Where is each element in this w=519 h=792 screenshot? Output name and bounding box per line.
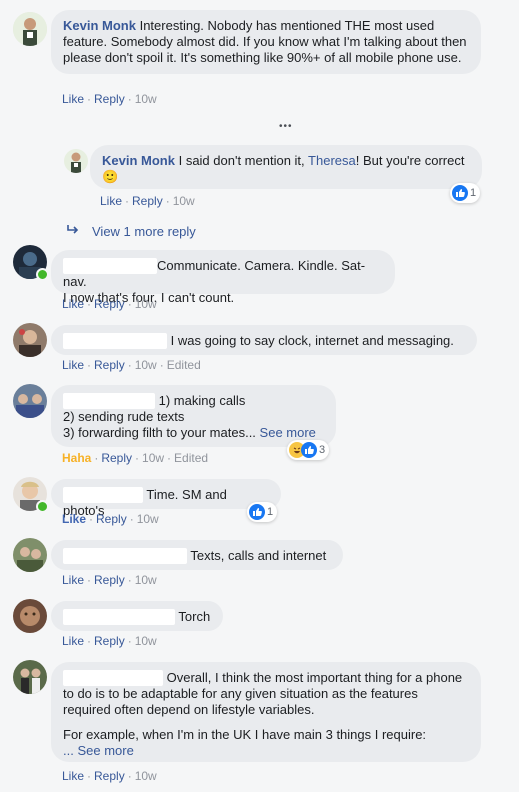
avatar[interactable] xyxy=(13,599,47,633)
reaction-count[interactable]: 3 xyxy=(287,440,330,460)
reply-link[interactable]: Reply xyxy=(94,634,125,648)
timestamp[interactable]: 10w xyxy=(142,451,164,465)
comment-text: For example, when I'm in the UK I have m… xyxy=(63,727,427,742)
like-reaction-icon xyxy=(452,185,468,201)
timestamp[interactable]: 10w xyxy=(135,92,157,106)
online-status-icon xyxy=(36,268,49,281)
comment-text: Torch xyxy=(178,609,211,624)
comment-text: 1) making calls xyxy=(158,393,246,408)
comment-actions: Like · Reply · 10w xyxy=(62,512,159,526)
redacted-name xyxy=(63,487,143,503)
reaction-count[interactable]: 1 xyxy=(450,183,481,203)
reaction-number: 1 xyxy=(267,506,274,518)
comment-actions: Like · Reply · 10w xyxy=(100,194,195,208)
comment-actions: Like · Reply · 10w xyxy=(62,573,157,587)
like-link[interactable]: Like xyxy=(100,194,122,208)
comment-actions: Like · Reply · 10w xyxy=(62,769,157,783)
redacted-name xyxy=(63,670,163,686)
comment-bubble: Torch xyxy=(51,601,223,631)
see-more-link[interactable]: ... See more xyxy=(63,743,134,758)
edited-label[interactable]: Edited xyxy=(174,451,208,465)
redacted-name xyxy=(63,548,187,564)
avatar[interactable] xyxy=(13,384,47,418)
timestamp[interactable]: 10w xyxy=(173,194,195,208)
comment-author[interactable]: Kevin Monk xyxy=(63,18,136,33)
comment-bubble: Communicate. Camera. Kindle. Sat-nav. I … xyxy=(51,250,395,305)
comment-actions: Like · Reply · 10w xyxy=(62,92,157,106)
reply-link[interactable]: Reply xyxy=(101,451,132,465)
avatar[interactable] xyxy=(13,538,47,572)
reply-link[interactable]: Reply xyxy=(94,297,125,311)
comment-text: I said don't mention it, xyxy=(178,153,305,168)
more-options-icon[interactable]: ••• xyxy=(279,121,293,132)
avatar[interactable] xyxy=(64,149,88,173)
mention-link[interactable]: Theresa xyxy=(308,153,356,168)
timestamp[interactable]: 10w xyxy=(135,769,157,783)
like-link[interactable]: Like xyxy=(62,512,86,526)
smile-emoji-icon: 🙂 xyxy=(102,169,119,184)
comment-text: Texts, calls and internet xyxy=(190,548,327,563)
like-link[interactable]: Like xyxy=(62,92,84,106)
redacted-name xyxy=(63,609,175,625)
comment-text: 2) sending rude texts xyxy=(63,409,185,424)
comment-bubble: I was going to say clock, internet and m… xyxy=(51,325,477,355)
like-link[interactable]: Like xyxy=(62,573,84,587)
edited-label[interactable]: Edited xyxy=(167,358,201,372)
redacted-name xyxy=(63,333,167,349)
comment-actions: Like · Reply · 10w xyxy=(62,634,157,648)
comment-text: 3) forwarding filth to your mates... xyxy=(63,425,256,440)
like-link[interactable]: Like xyxy=(62,634,84,648)
avatar[interactable] xyxy=(13,660,47,694)
like-link[interactable]: Like xyxy=(62,769,84,783)
like-reaction-icon xyxy=(301,442,317,458)
reply-link[interactable]: Reply xyxy=(94,92,125,106)
see-more-link[interactable]: See more xyxy=(260,425,316,440)
reaction-number: 1 xyxy=(470,187,477,199)
timestamp[interactable]: 10w xyxy=(135,358,157,372)
view-more-replies-link[interactable]: View 1 more reply xyxy=(92,224,196,239)
reply-link[interactable]: Reply xyxy=(94,573,125,587)
reply-arrow-icon xyxy=(66,224,80,239)
redacted-name xyxy=(63,258,157,274)
comment-bubble: Overall, I think the most important thin… xyxy=(51,662,481,762)
comment-author[interactable]: Kevin Monk xyxy=(102,153,175,168)
redacted-name xyxy=(63,393,155,409)
comment-actions: Like · Reply · 10w · Edited xyxy=(62,358,201,372)
avatar[interactable] xyxy=(13,323,47,357)
timestamp[interactable]: 10w xyxy=(135,573,157,587)
reaction-count[interactable]: 1 xyxy=(247,502,278,522)
comment-actions: Haha · Reply · 10w · Edited xyxy=(62,451,209,465)
comment-text: I was going to say clock, internet and m… xyxy=(170,333,454,348)
like-link[interactable]: Like xyxy=(62,358,84,372)
like-link[interactable]: Like xyxy=(62,297,84,311)
haha-reaction-link[interactable]: Haha xyxy=(62,451,91,465)
reply-link[interactable]: Reply xyxy=(132,194,163,208)
avatar[interactable] xyxy=(13,12,47,46)
comment-bubble: Kevin Monk Interesting. Nobody has menti… xyxy=(51,10,481,74)
comment-actions: Like · Reply · 10w xyxy=(62,297,157,311)
comment-text: ! But you're correct xyxy=(355,153,465,168)
reply-link[interactable]: Reply xyxy=(94,769,125,783)
comment-bubble: Time. SM and photo's xyxy=(51,479,281,518)
comment-bubble: 1) making calls 2) sending rude texts 3)… xyxy=(51,385,336,447)
comment-bubble: Texts, calls and internet xyxy=(51,540,343,570)
reaction-number: 3 xyxy=(319,444,326,456)
timestamp[interactable]: 10w xyxy=(137,512,159,526)
timestamp[interactable]: 10w xyxy=(135,634,157,648)
comment-bubble: Kevin Monk I said don't mention it, Ther… xyxy=(90,145,482,189)
timestamp[interactable]: 10w xyxy=(135,297,157,311)
online-status-icon xyxy=(36,500,49,513)
like-reaction-icon xyxy=(249,504,265,520)
reply-link[interactable]: Reply xyxy=(96,512,127,526)
reply-link[interactable]: Reply xyxy=(94,358,125,372)
